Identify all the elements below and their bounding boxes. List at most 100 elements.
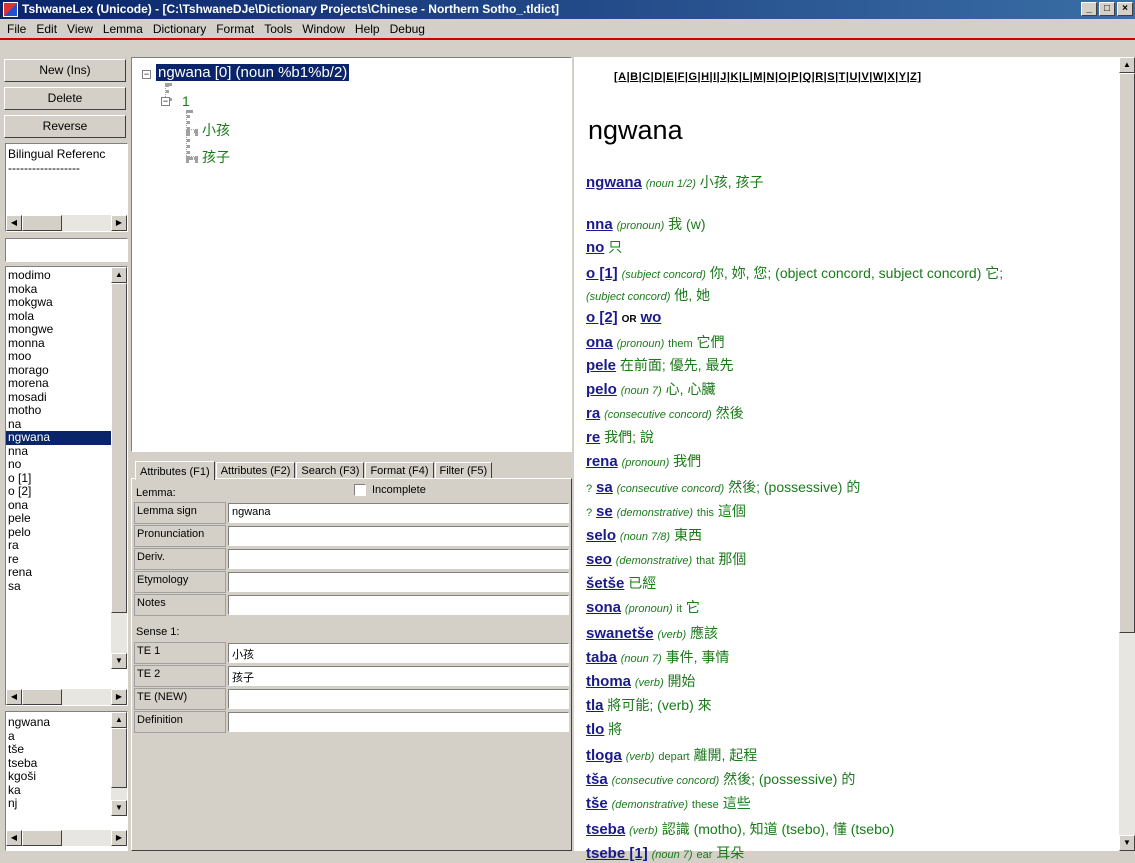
reference-list-item[interactable]: ka <box>8 783 127 798</box>
app-icon[interactable] <box>3 2 18 17</box>
maximize-button[interactable]: □ <box>1099 2 1115 16</box>
entry-headword-link[interactable]: tlo <box>586 721 604 738</box>
scroll-up-icon[interactable]: ▲ <box>111 712 127 728</box>
reference-list-item[interactable]: a <box>8 729 127 744</box>
scroll-down-icon[interactable]: ▼ <box>111 653 127 669</box>
bilingual-reference-box[interactable]: Bilingual Referenc ------------------ ◀ … <box>5 143 128 232</box>
entry-headword-link[interactable]: tša <box>586 771 608 788</box>
lemma-list-item[interactable]: rena <box>6 565 127 580</box>
scroll-down-icon[interactable]: ▼ <box>111 800 127 816</box>
reference-list[interactable]: ngwana a tše tseba kgoši ka nj ▲ ▼ ◀ ▶ <box>5 711 128 851</box>
reference-list-item[interactable]: tše <box>8 742 127 757</box>
alphabet-navigation[interactable]: [A|B|C|D|E|F|G|H|I|J|K|L|M|N|O|P|Q|R|S|T… <box>614 71 922 83</box>
tab-format[interactable]: Format (F4) <box>365 462 434 479</box>
scroll-left-icon[interactable]: ◀ <box>6 689 22 705</box>
scroll-thumb[interactable] <box>1119 73 1135 633</box>
entry-headword-link[interactable]: nna <box>586 216 613 233</box>
scroll-thumb[interactable] <box>111 283 127 613</box>
scroll-right-icon[interactable]: ▶ <box>111 830 127 846</box>
attribute-field[interactable] <box>228 572 569 592</box>
tree-translation-node[interactable]: 小孩 <box>202 120 230 140</box>
entry-headword-link[interactable]: tloga <box>586 747 622 764</box>
tab-filter[interactable]: Filter (F5) <box>434 462 493 479</box>
lemma-list-item[interactable]: moka <box>6 282 127 297</box>
minimize-button[interactable]: _ <box>1081 2 1097 16</box>
attribute-field[interactable] <box>228 526 569 546</box>
scroll-right-icon[interactable]: ▶ <box>111 689 127 705</box>
lemma-list-item[interactable]: no <box>6 457 127 472</box>
lemma-list-item[interactable]: mosadi <box>6 390 127 405</box>
reference-list-item[interactable]: nj <box>8 796 127 811</box>
lemma-list[interactable]: modimo moka mokgwa mola mongwe monna moo morago… <box>5 266 128 706</box>
lemma-list-item[interactable]: sa <box>6 579 127 594</box>
entry-headword-link[interactable]: o [1] <box>586 265 618 282</box>
entry-headword-link[interactable]: ona <box>586 334 613 351</box>
reference-list-item[interactable]: kgoši <box>8 769 127 784</box>
lemma-list-item[interactable]: monna <box>6 336 127 351</box>
attribute-field[interactable] <box>228 549 569 569</box>
lemma-list-item[interactable]: o [2] <box>6 484 127 499</box>
entry-headword-link[interactable]: re <box>586 429 600 446</box>
collapse-sense-icon[interactable]: − <box>161 97 170 106</box>
menu-edit[interactable]: Edit <box>31 22 62 36</box>
new-lemma-button[interactable]: New (Ins) <box>4 59 126 82</box>
tab-attributes-f1[interactable]: Attributes (F1) <box>135 461 215 480</box>
entry-headword-link[interactable]: tseba <box>586 821 625 838</box>
entry-headword-link[interactable]: o [2] <box>586 309 618 326</box>
entry-headword-link[interactable]: pele <box>586 357 616 374</box>
lemma-list-item[interactable]: pelo <box>6 525 127 540</box>
lemma-list-item[interactable]: o [1] <box>6 471 127 486</box>
entry-headword-link[interactable]: ra <box>586 405 600 422</box>
menu-help[interactable]: Help <box>350 22 385 36</box>
tab-attributes-f2[interactable]: Attributes (F2) <box>215 462 296 479</box>
entry-headword-link[interactable]: sona <box>586 599 621 616</box>
lemma-list-item[interactable]: ngwana <box>6 430 127 445</box>
reference-list-item[interactable]: tseba <box>8 756 127 771</box>
scroll-thumb[interactable] <box>111 728 127 788</box>
delete-button[interactable]: Delete <box>4 87 126 110</box>
reverse-button[interactable]: Reverse <box>4 115 126 138</box>
entry-variant-link[interactable]: wo <box>640 309 661 326</box>
tree-root-lemma[interactable]: ngwana [0] (noun %b1%b/2) <box>156 64 350 81</box>
menu-file[interactable]: File <box>2 22 31 36</box>
attribute-field[interactable] <box>228 689 569 709</box>
menu-format[interactable]: Format <box>211 22 259 36</box>
menu-window[interactable]: Window <box>297 22 350 36</box>
tab-search[interactable]: Search (F3) <box>296 462 365 479</box>
lemma-list-item[interactable]: ona <box>6 498 127 513</box>
lemma-list-item[interactable]: mokgwa <box>6 295 127 310</box>
menu-tools[interactable]: Tools <box>259 22 297 36</box>
scroll-up-icon[interactable]: ▲ <box>111 267 127 283</box>
lemma-tree-view[interactable]: − ngwana [0] (noun %b1%b/2) − 1 小孩 孩子 <box>131 57 572 452</box>
entry-headword-link[interactable]: taba <box>586 649 617 666</box>
lemma-list-item[interactable]: nna <box>6 444 127 459</box>
entry-headword-link[interactable]: thoma <box>586 673 631 690</box>
window-title-bar[interactable]: TshwaneLex (Unicode) - [C:\TshwaneDJe\Di… <box>0 0 1135 19</box>
scroll-left-icon[interactable]: ◀ <box>6 830 22 846</box>
scroll-thumb[interactable] <box>22 830 62 846</box>
entry-headword-link[interactable]: se <box>596 503 613 520</box>
lemma-list-item[interactable]: motho <box>6 403 127 418</box>
entry-headword-link[interactable]: tsebe [1] <box>586 845 648 862</box>
scroll-up-icon[interactable]: ▲ <box>1119 57 1135 73</box>
reference-list-vscrollbar[interactable]: ▲ ▼ <box>111 712 127 816</box>
lemma-list-item[interactable]: mongwe <box>6 322 127 337</box>
tree-sense-node[interactable]: 1 <box>182 93 190 109</box>
scroll-thumb[interactable] <box>22 689 62 705</box>
scroll-down-icon[interactable]: ▼ <box>1119 835 1135 851</box>
collapse-root-icon[interactable]: − <box>142 70 151 79</box>
lemma-list-hscrollbar[interactable]: ◀ ▶ <box>6 689 127 705</box>
incomplete-checkbox-group[interactable]: Incomplete <box>354 484 426 496</box>
lemma-list-item[interactable]: na <box>6 417 127 432</box>
lemma-list-vscrollbar[interactable]: ▲ ▼ <box>111 267 127 669</box>
lemma-list-item[interactable]: morago <box>6 363 127 378</box>
lemma-list-item[interactable]: ra <box>6 538 127 553</box>
attribute-field[interactable]: 小孩 <box>228 643 569 663</box>
entry-headword-link[interactable]: no <box>586 239 604 256</box>
reference-list-item[interactable]: ngwana <box>8 715 127 730</box>
attribute-field[interactable] <box>228 712 569 732</box>
bilingual-hscrollbar[interactable]: ◀ ▶ <box>6 215 127 231</box>
lemma-list-item[interactable]: re <box>6 552 127 567</box>
reference-list-hscrollbar[interactable]: ◀ ▶ <box>6 830 127 846</box>
menu-view[interactable]: View <box>62 22 98 36</box>
